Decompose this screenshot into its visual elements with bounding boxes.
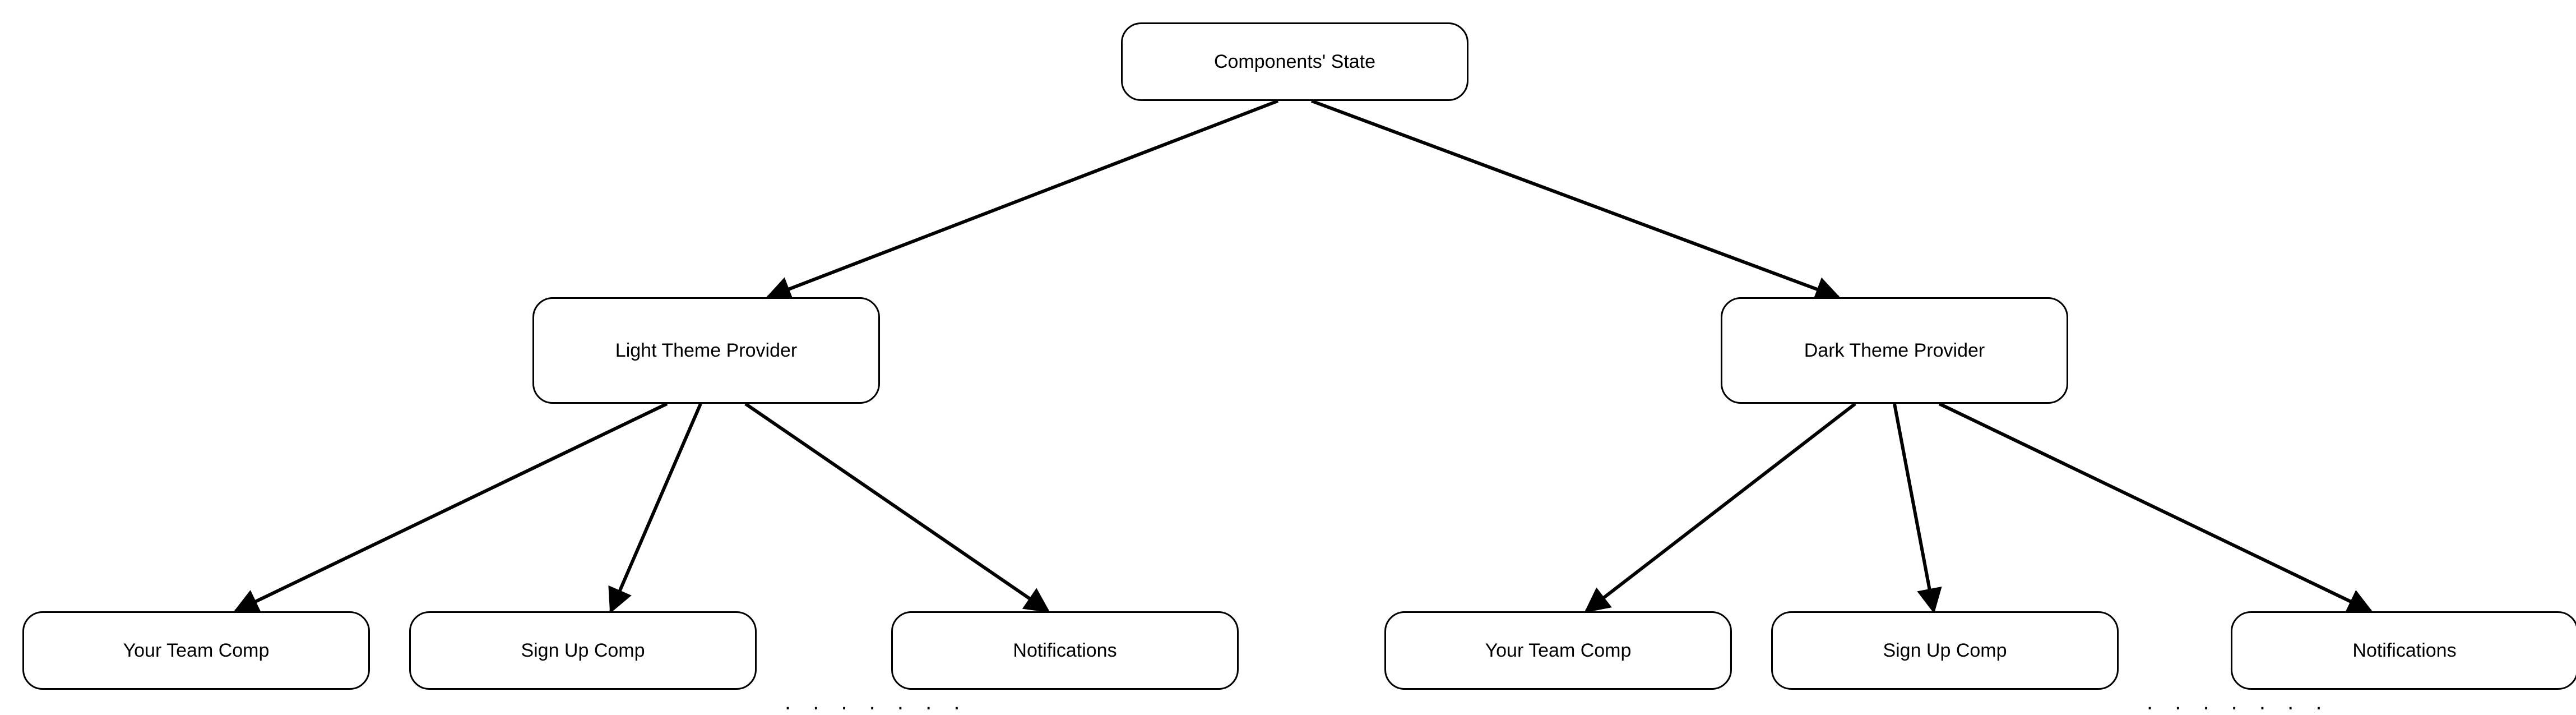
edge-light-signup	[611, 404, 701, 611]
node-dark-theme-provider: Dark Theme Provider	[1721, 297, 2068, 404]
node-root: Components' State	[1121, 22, 1468, 101]
node-dark-your-team: Your Team Comp	[1384, 611, 1732, 690]
node-light-your-team: Your Team Comp	[22, 611, 370, 690]
node-light-notifications: Notifications	[891, 611, 1239, 690]
edge-root-light	[768, 101, 1278, 297]
edge-light-team	[235, 404, 667, 611]
node-light-notifications-label: Notifications	[1013, 639, 1116, 662]
node-dark-notifications: Notifications	[2231, 611, 2576, 690]
edge-dark-team	[1586, 404, 1855, 611]
ellipsis-dark: . . . . . . .	[2147, 690, 2329, 715]
node-dark-sign-up-label: Sign Up Comp	[1883, 639, 2007, 662]
edge-root-dark	[1312, 101, 1838, 297]
edge-light-notif	[745, 404, 1048, 611]
edge-dark-signup	[1894, 404, 1934, 611]
node-light-theme-provider: Light Theme Provider	[532, 297, 880, 404]
node-dark-label: Dark Theme Provider	[1804, 339, 1985, 362]
edges-layer	[0, 0, 2576, 708]
node-root-label: Components' State	[1214, 50, 1375, 73]
edge-dark-notif	[1939, 404, 2371, 611]
ellipsis-light: . . . . . . .	[785, 690, 967, 715]
diagram-canvas: Components' State Light Theme Provider D…	[0, 0, 2576, 708]
node-light-sign-up-label: Sign Up Comp	[521, 639, 645, 662]
node-light-your-team-label: Your Team Comp	[123, 639, 270, 662]
node-dark-your-team-label: Your Team Comp	[1485, 639, 1632, 662]
node-light-label: Light Theme Provider	[615, 339, 797, 362]
node-dark-notifications-label: Notifications	[2352, 639, 2456, 662]
node-dark-sign-up: Sign Up Comp	[1771, 611, 2119, 690]
node-light-sign-up: Sign Up Comp	[409, 611, 757, 690]
